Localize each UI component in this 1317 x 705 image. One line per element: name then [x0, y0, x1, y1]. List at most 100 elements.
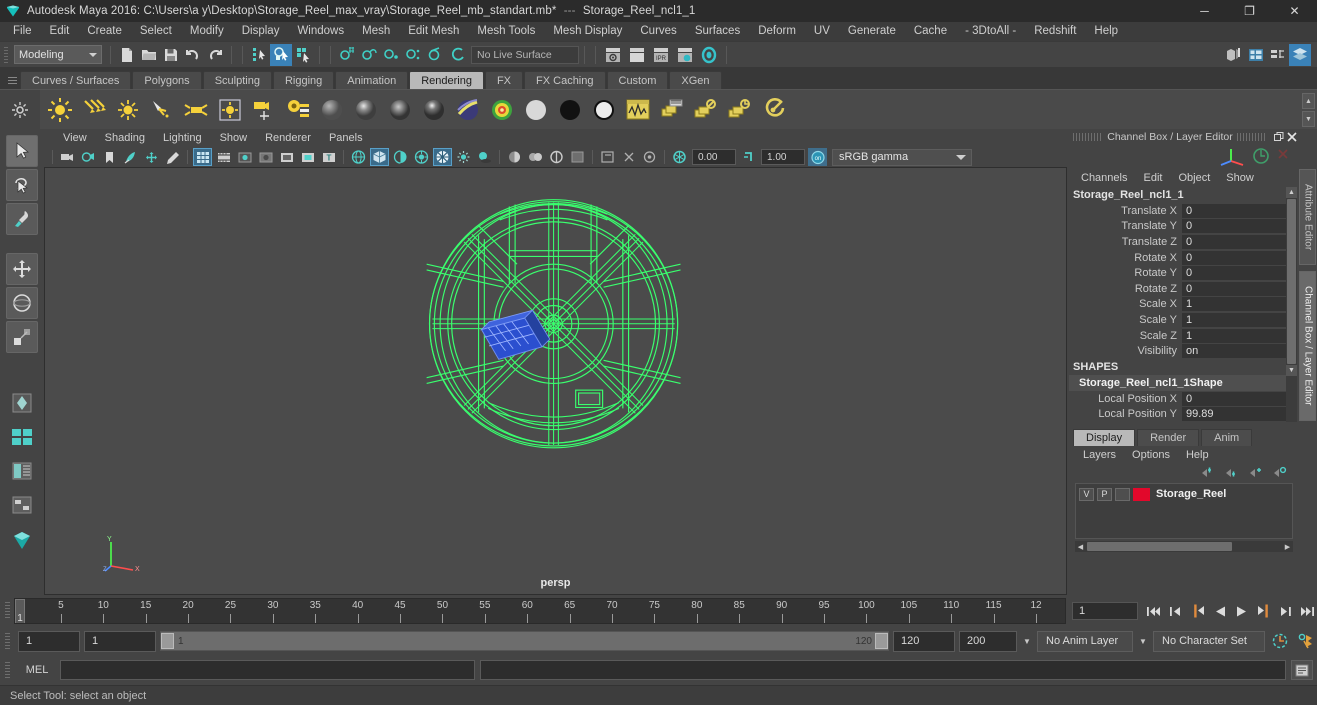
gamma-value-field[interactable]: 1.00: [761, 149, 805, 165]
image-plane-icon[interactable]: [121, 148, 140, 166]
channel-value[interactable]: 0: [1182, 281, 1286, 296]
channel-box-attribute-list[interactable]: Storage_Reel_ncl1_1 Translate X 0 Translat…: [1069, 187, 1297, 422]
channel-row[interactable]: Local Position X 0: [1069, 391, 1286, 407]
menu-surfaces[interactable]: Surfaces: [686, 22, 749, 41]
layered-shader-icon[interactable]: [486, 94, 518, 126]
title-safe-icon[interactable]: T: [319, 148, 338, 166]
time-slider[interactable]: 1 5 10 15 20 25 30 35 40 45 50 55 60 65 70 75 80 85 90 95 1…: [14, 598, 1066, 624]
script-editor-icon[interactable]: [1291, 660, 1313, 680]
viewport-menu-renderer[interactable]: Renderer: [256, 130, 320, 147]
go-to-start-icon[interactable]: [1144, 601, 1163, 621]
step-back-keyframe-icon[interactable]: [1166, 601, 1185, 621]
command-line-grip[interactable]: [0, 659, 14, 681]
snap-to-view-plane-icon[interactable]: [424, 44, 446, 66]
layer-menu-options[interactable]: Options: [1124, 449, 1178, 461]
batch-render-icon[interactable]: [690, 94, 722, 126]
shelf-tab-curves-surfaces[interactable]: Curves / Surfaces: [20, 71, 132, 89]
use-default-lighting-icon[interactable]: [454, 148, 473, 166]
menu-create[interactable]: Create: [78, 22, 131, 41]
anim-layer-selector[interactable]: No Anim Layer: [1037, 630, 1133, 652]
hypergraph-layout-icon[interactable]: [6, 489, 38, 521]
show-hide-modeling-toolkit-icon[interactable]: [1223, 44, 1245, 66]
cancel-batch-render-icon[interactable]: [724, 94, 756, 126]
shelf-tab-polygons[interactable]: Polygons: [132, 71, 202, 89]
play-backwards-icon[interactable]: [1210, 601, 1229, 621]
four-pane-layout-icon[interactable]: [6, 421, 38, 453]
resolution-gate-icon[interactable]: [235, 148, 254, 166]
gamma-icon[interactable]: [739, 148, 758, 166]
channel-value[interactable]: 0: [1182, 234, 1286, 249]
scale-tool[interactable]: [6, 321, 38, 353]
render-settings-icon[interactable]: [673, 44, 697, 66]
menu-edit-mesh[interactable]: Edit Mesh: [399, 22, 468, 41]
menu-windows[interactable]: Windows: [288, 22, 353, 41]
channel-value[interactable]: 0: [1182, 203, 1286, 218]
snap-to-projected-center-icon[interactable]: [402, 44, 424, 66]
snap-to-point-icon[interactable]: [380, 44, 402, 66]
anim-start-field[interactable]: 1: [18, 630, 80, 652]
channel-box-menu-show[interactable]: Show: [1218, 172, 1262, 184]
vertical-tab-attribute-editor[interactable]: Attribute Editor: [1298, 169, 1316, 265]
command-language-label[interactable]: MEL: [19, 664, 55, 676]
lambert-material-icon[interactable]: [316, 94, 348, 126]
select-camera-icon[interactable]: [58, 148, 77, 166]
select-by-component-type-icon[interactable]: [292, 44, 314, 66]
layer-menu-layers[interactable]: Layers: [1075, 449, 1124, 461]
menu-mesh-display[interactable]: Mesh Display: [544, 22, 631, 41]
range-start-handle[interactable]: [161, 633, 174, 649]
save-scene-icon[interactable]: [160, 44, 182, 66]
viewport-menu-panels[interactable]: Panels: [320, 130, 372, 147]
channel-value[interactable]: on: [1182, 344, 1286, 359]
panel-grip[interactable]: [1073, 133, 1104, 141]
channel-value[interactable]: 0: [1182, 266, 1286, 281]
shelf-tab-xgen[interactable]: XGen: [669, 71, 722, 89]
volume-light-icon[interactable]: [214, 94, 246, 126]
menu-mesh[interactable]: Mesh: [353, 22, 399, 41]
character-set-selector[interactable]: No Character Set: [1153, 630, 1265, 652]
phong-material-icon[interactable]: [384, 94, 416, 126]
isolate-select-icon[interactable]: [568, 148, 587, 166]
shelf-scroll-down-button[interactable]: ▼: [1302, 111, 1315, 127]
hscroll-left-button[interactable]: ◀: [1075, 541, 1086, 552]
new-layer-from-selected-icon[interactable]: [1273, 466, 1287, 479]
hscroll-thumb[interactable]: [1087, 542, 1232, 551]
chevron-down-icon[interactable]: ▼: [1137, 631, 1149, 651]
channel-value[interactable]: 1: [1182, 297, 1286, 312]
channel-row[interactable]: Rotate Y 0: [1069, 265, 1286, 281]
wireframe-shading-icon[interactable]: [349, 148, 368, 166]
show-hide-tool-settings-icon[interactable]: [1267, 44, 1289, 66]
move-layer-up-icon[interactable]: [1201, 466, 1215, 479]
layer-list-horizontal-scrollbar[interactable]: ◀ ▶: [1075, 541, 1293, 552]
shelf-tab-rigging[interactable]: Rigging: [272, 71, 335, 89]
range-slider-grip[interactable]: [0, 630, 14, 652]
layer-color-swatch[interactable]: [1133, 487, 1150, 501]
ramp-shader-icon[interactable]: [520, 94, 552, 126]
smooth-shade-selected-icon[interactable]: [391, 148, 410, 166]
camera-attributes-icon[interactable]: [79, 148, 98, 166]
range-end-handle[interactable]: [875, 633, 888, 649]
viewport-menu-view[interactable]: View: [54, 130, 96, 147]
current-frame-field[interactable]: 1: [1072, 602, 1138, 620]
redo-icon[interactable]: [204, 44, 226, 66]
safe-action-icon[interactable]: [298, 148, 317, 166]
create-camera-icon[interactable]: [248, 94, 280, 126]
scroll-thumb[interactable]: [1287, 199, 1296, 364]
anim-end-field[interactable]: 200: [959, 630, 1017, 652]
hypershade-shelf-icon[interactable]: [622, 94, 654, 126]
channel-box-menu-object[interactable]: Object: [1170, 172, 1218, 184]
menu-edit[interactable]: Edit: [41, 22, 79, 41]
shelf-options-button[interactable]: [0, 89, 40, 130]
menu-deform[interactable]: Deform: [749, 22, 805, 41]
menu-mesh-tools[interactable]: Mesh Tools: [468, 22, 544, 41]
move-tool[interactable]: [6, 253, 38, 285]
new-scene-icon[interactable]: [116, 44, 138, 66]
layer-name[interactable]: Storage_Reel: [1156, 488, 1226, 500]
shelf-grip[interactable]: [4, 71, 20, 89]
scroll-up-button[interactable]: ▲: [1286, 187, 1297, 198]
render-view-icon[interactable]: [656, 94, 688, 126]
ambient-light-icon[interactable]: [44, 94, 76, 126]
hypershade-icon[interactable]: [697, 44, 721, 66]
channel-box-scrollbar[interactable]: ▲ ▼: [1286, 187, 1297, 422]
maya-bookmark-icon[interactable]: [6, 523, 38, 555]
menu-select[interactable]: Select: [131, 22, 181, 41]
